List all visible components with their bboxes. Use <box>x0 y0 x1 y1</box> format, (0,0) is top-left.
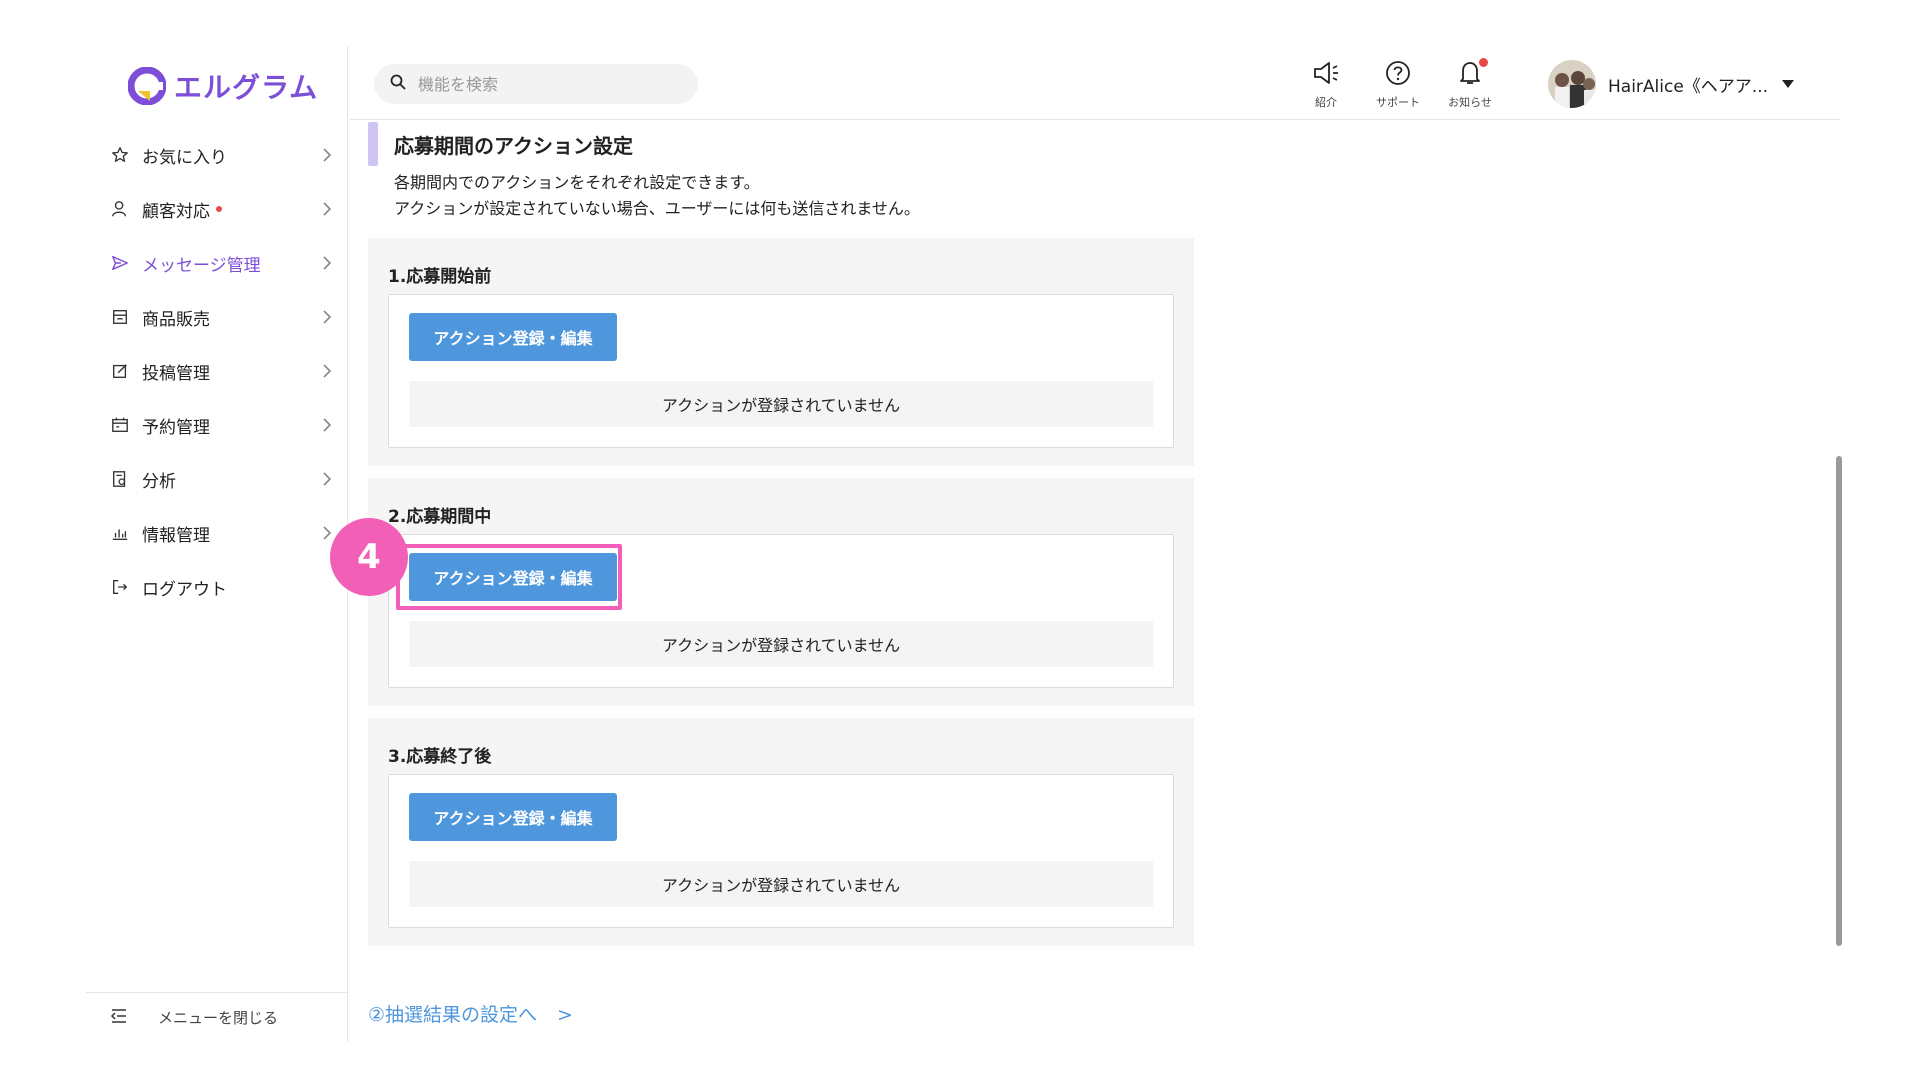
avatar <box>1548 60 1596 108</box>
logo[interactable]: エルグラム <box>127 66 319 106</box>
period-card-during: 2.応募期間中 アクション登録・編集 アクションが登録されていません 4 <box>330 478 1194 706</box>
sidebar-item-posts[interactable]: 投稿管理 <box>86 344 348 398</box>
description-line: 各期間内でのアクションをそれぞれ設定できます。 <box>394 173 760 192</box>
megaphone-icon <box>1312 60 1340 90</box>
sidebar-item-label: 投稿管理 <box>142 363 210 384</box>
action-register-edit-button[interactable]: アクション登録・編集 <box>409 313 617 361</box>
star-icon <box>110 145 130 165</box>
sidebar-item-sales[interactable]: 商品販売 <box>86 290 348 344</box>
calendar-icon <box>110 415 130 435</box>
user-icon <box>110 199 130 219</box>
period-box: アクション登録・編集 アクションが登録されていません <box>388 774 1174 928</box>
empty-message: アクションが登録されていません <box>409 381 1153 427</box>
chevron-right-icon <box>323 256 332 270</box>
notification-dot <box>216 206 222 212</box>
chevron-right-icon <box>323 310 332 324</box>
logo-text: エルグラム <box>174 71 319 104</box>
chevron-right-icon <box>323 202 332 216</box>
scrollbar[interactable] <box>1836 456 1842 946</box>
period-title: 1.応募開始前 <box>388 267 492 287</box>
next-step-arrow: > <box>557 1004 573 1026</box>
sidebar-item-logout[interactable]: ログアウト <box>86 560 348 614</box>
chevron-right-icon <box>323 418 332 432</box>
chevron-right-icon <box>323 364 332 378</box>
news-label: お知らせ <box>1448 96 1492 109</box>
notification-dot <box>1479 58 1488 67</box>
close-menu-button[interactable]: メニューを閉じる <box>86 992 348 1042</box>
period-title: 2.応募期間中 <box>388 507 492 527</box>
section-accent-bar <box>368 122 378 166</box>
sidebar-item-label: 予約管理 <box>142 417 210 438</box>
send-icon <box>110 253 130 273</box>
empty-message: アクションが登録されていません <box>409 861 1153 907</box>
action-register-edit-button[interactable]: アクション登録・編集 <box>409 793 617 841</box>
period-box: アクション登録・編集 アクションが登録されていません <box>388 534 1174 688</box>
edit-icon <box>110 361 130 381</box>
period-card-after: 3.応募終了後 アクション登録・編集 アクションが登録されていません <box>368 718 1194 946</box>
next-step-link[interactable]: ②抽選結果の設定へ > <box>368 1000 573 1027</box>
action-register-edit-button[interactable]: アクション登録・編集 <box>409 553 617 601</box>
sidebar-item-label: メッセージ管理 <box>142 255 261 276</box>
period-card-before: 1.応募開始前 アクション登録・編集 アクションが登録されていません <box>368 238 1194 466</box>
app-window: エルグラム お気に入り 顧客対応 メッセージ管理 商品販売 投稿管理 予約管理 … <box>0 0 1920 1080</box>
description-line: アクションが設定されていない場合、ユーザーには何も送信されません。 <box>394 199 920 218</box>
user-name: HairAlice《ヘアア... <box>1608 76 1769 97</box>
search-icon <box>390 74 406 94</box>
chart-icon <box>110 523 130 543</box>
sidebar-item-label: ログアウト <box>142 579 227 600</box>
menu-collapse-icon <box>110 1008 128 1028</box>
support-label: サポート <box>1376 96 1420 109</box>
help-icon <box>1384 60 1412 90</box>
sidebar-item-label: 情報管理 <box>142 525 210 546</box>
main-content: 応募期間のアクション設定 各期間内でのアクションをそれぞれ設定できます。 アクシ… <box>330 120 1840 1040</box>
sidebar-item-info[interactable]: 情報管理 <box>86 506 348 560</box>
step-badge: 4 <box>330 518 408 596</box>
store-icon <box>110 307 130 327</box>
support-button[interactable]: サポート <box>1366 60 1430 110</box>
sidebar-item-reservations[interactable]: 予約管理 <box>86 398 348 452</box>
sidebar-item-messages[interactable]: メッセージ管理 <box>86 236 348 290</box>
sidebar-item-label: 顧客対応 <box>142 201 210 222</box>
chevron-right-icon <box>323 472 332 486</box>
empty-message: アクションが登録されていません <box>409 621 1153 667</box>
sidebar-item-label: 商品販売 <box>142 309 210 330</box>
logout-icon <box>110 577 130 597</box>
caret-down-icon <box>1782 80 1795 88</box>
sidebar-item-customer[interactable]: 顧客対応 <box>86 182 348 236</box>
search-box[interactable] <box>374 64 698 104</box>
search-input[interactable] <box>418 74 668 94</box>
next-step-label: ②抽選結果の設定へ <box>368 1004 538 1026</box>
sidebar-item-label: 分析 <box>142 471 176 492</box>
section-title: 応募期間のアクション設定 <box>394 134 633 158</box>
sidebar-item-analytics[interactable]: 分析 <box>86 452 348 506</box>
sidebar-item-favorites[interactable]: お気に入り <box>86 128 348 182</box>
news-button[interactable]: お知らせ <box>1438 58 1502 110</box>
chevron-right-icon <box>323 148 332 162</box>
logo-icon <box>127 66 167 106</box>
section-description: 各期間内でのアクションをそれぞれ設定できます。 アクションが設定されていない場合… <box>394 170 920 222</box>
period-title: 3.応募終了後 <box>388 747 492 767</box>
report-icon <box>110 469 130 489</box>
sidebar-item-label: お気に入り <box>142 147 227 168</box>
top-header: 紹介 サポート お知らせ <box>350 46 1840 120</box>
intro-label: 紹介 <box>1315 96 1337 109</box>
intro-button[interactable]: 紹介 <box>1294 60 1358 110</box>
user-menu[interactable]: HairAlice《ヘアア... <box>1548 60 1795 108</box>
sidebar-nav: お気に入り 顧客対応 メッセージ管理 商品販売 投稿管理 予約管理 分析 情報管… <box>86 128 348 614</box>
close-menu-label: メニューを閉じる <box>158 1009 279 1027</box>
sidebar: エルグラム お気に入り 顧客対応 メッセージ管理 商品販売 投稿管理 予約管理 … <box>86 46 348 1042</box>
period-box: アクション登録・編集 アクションが登録されていません <box>388 294 1174 448</box>
